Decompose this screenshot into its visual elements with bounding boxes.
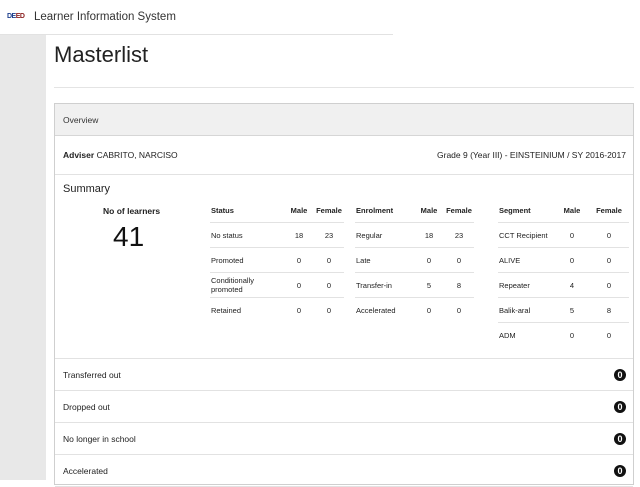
segment-male-header: Male	[563, 205, 581, 215]
app-title: Learner Information System	[34, 11, 176, 23]
adviser-name: CABRITO, NARCISO	[96, 150, 178, 160]
table-row: Late 0 0	[355, 247, 474, 273]
top-bar: DEED Learner Information System	[0, 0, 393, 35]
page-title: Masterlist	[54, 42, 149, 67]
no-longer-in-school-row[interactable]: No longer in school 0	[55, 423, 633, 455]
status-male-header: Male	[290, 205, 308, 215]
adviser-info: Adviser CABRITO, NARCISO	[63, 150, 178, 160]
row-label: Dropped out	[63, 401, 110, 412]
learners-count: 41	[113, 221, 145, 252]
table-row: Regular 18 23	[355, 222, 474, 248]
overview-panel: Overview Adviser CABRITO, NARCISO Grade …	[54, 103, 634, 487]
adviser-row: Adviser CABRITO, NARCISO Grade 9 (Year I…	[55, 136, 633, 175]
table-row: Retained 0 0	[210, 297, 344, 322]
table-row: No status 18 23	[210, 222, 344, 248]
title-divider	[54, 87, 634, 88]
enrolment-female-header: Female	[446, 205, 472, 215]
section-info: Grade 9 (Year III) - EINSTEINIUM / SY 20…	[437, 150, 626, 160]
summary-section: Summary No of learners 41 Status Male Fe…	[55, 175, 633, 359]
enrolment-male-header: Male	[420, 205, 438, 215]
status-header: Status	[211, 205, 234, 215]
accelerated-row[interactable]: Accelerated 0	[55, 455, 633, 487]
row-label: Accelerated	[63, 465, 108, 476]
table-row: Transfer-in 5 8	[355, 272, 474, 298]
logo-text-a: DE	[7, 13, 16, 20]
table-row: Repeater 4 0	[498, 272, 629, 298]
table-row: Accelerated 0 0	[355, 297, 474, 322]
row-label: Transferred out	[63, 369, 121, 380]
logo-text-b: ED	[15, 13, 25, 20]
enrolment-header: Enrolment	[356, 205, 394, 215]
enrolment-table: Enrolment Male Female Regular 18 23 Late 0 0…	[355, 198, 474, 322]
adviser-label: Adviser	[63, 150, 95, 160]
table-row: ADM 0 0	[498, 322, 629, 347]
count-badge: 0	[614, 368, 626, 381]
count-badge: 0	[614, 464, 626, 477]
table-row: Balik-aral 5 8	[498, 297, 629, 323]
row-label: No longer in school	[63, 433, 136, 444]
table-row: CCT Recipient 0 0	[498, 222, 629, 248]
panel-header: Overview	[55, 104, 633, 136]
transferred-out-row[interactable]: Transferred out 0	[55, 359, 633, 391]
table-row: Promoted 0 0	[210, 247, 344, 273]
count-badge: 0	[614, 432, 626, 445]
dropped-out-row[interactable]: Dropped out 0	[55, 391, 633, 423]
segment-table: Segment Male Female CCT Recipient 0 0 ALIV…	[498, 198, 629, 347]
table-row: Conditionally promoted 0 0	[210, 272, 344, 298]
sidebar	[0, 35, 46, 480]
segment-female-header: Female	[596, 205, 622, 215]
summary-title: Summary	[63, 183, 111, 195]
segment-header: Segment	[499, 205, 531, 215]
status-table: Status Male Female No status 18 23 Promote…	[210, 198, 344, 322]
deped-logo[interactable]: DEED	[7, 11, 27, 23]
table-row: ALIVE 0 0	[498, 247, 629, 273]
count-badge: 0	[614, 400, 626, 413]
status-female-header: Female	[316, 205, 342, 215]
learners-label: No of learners	[103, 206, 161, 216]
